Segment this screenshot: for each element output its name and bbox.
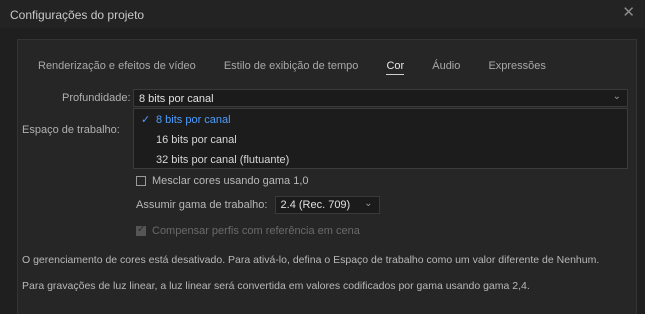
depth-option-label: 32 bits por canal (flutuante) bbox=[156, 154, 290, 166]
depth-option-label: 16 bits por canal bbox=[156, 134, 237, 146]
gamma-select[interactable]: 2.4 (Rec. 709) ⌄ bbox=[274, 196, 380, 214]
blend-checkbox[interactable] bbox=[136, 176, 146, 187]
depth-label: Profundidade: bbox=[62, 92, 131, 104]
gamma-label: Assumir gama de trabalho: bbox=[136, 198, 268, 211]
blend-row: Mesclar cores usando gama 1,0 bbox=[136, 175, 309, 187]
gamma-row: Assumir gama de trabalho: 2.4 (Rec. 709)… bbox=[136, 196, 380, 214]
close-icon[interactable]: ✕ bbox=[622, 5, 635, 21]
checkmark-icon: ✓ bbox=[141, 114, 151, 126]
depth-select[interactable]: 8 bits por canal ⌄ bbox=[133, 89, 628, 107]
depth-option-label: 8 bits por canal bbox=[156, 114, 231, 126]
compensate-label: Compensar perfis com referência em cena bbox=[152, 225, 360, 237]
depth-option-32bit[interactable]: 32 bits por canal (flutuante) bbox=[134, 150, 627, 170]
info-text-color-management: O gerenciamento de cores está desativado… bbox=[22, 254, 600, 266]
tab-audio[interactable]: Áudio bbox=[432, 60, 460, 72]
info-text-linear-light: Para gravações de luz linear, a luz line… bbox=[22, 280, 530, 292]
gamma-value: 2.4 (Rec. 709) bbox=[280, 199, 351, 211]
settings-panel: Renderização e efeitos de vídeo Estilo d… bbox=[17, 39, 637, 314]
tab-time-display[interactable]: Estilo de exibição de tempo bbox=[224, 60, 359, 72]
tab-bar: Renderização e efeitos de vídeo Estilo d… bbox=[38, 60, 571, 76]
compensate-row: Compensar perfis com referência em cena bbox=[136, 224, 360, 237]
blend-label: Mesclar cores usando gama 1,0 bbox=[152, 175, 309, 187]
workspace-label: Espaço de trabalho: bbox=[22, 124, 120, 136]
tab-color[interactable]: Cor bbox=[386, 60, 405, 75]
tab-expressions[interactable]: Expressões bbox=[488, 60, 545, 72]
depth-value: 8 bits por canal bbox=[139, 93, 214, 105]
depth-option-16bit[interactable]: 16 bits por canal bbox=[134, 130, 627, 150]
window-title: Configurações do projeto bbox=[10, 8, 145, 22]
depth-dropdown-menu: ✓ 8 bits por canal 16 bits por canal 32 … bbox=[133, 108, 628, 169]
chevron-down-icon: ⌄ bbox=[364, 198, 373, 209]
tab-video-rendering[interactable]: Renderização e efeitos de vídeo bbox=[38, 60, 196, 72]
title-bar: Configurações do projeto ✕ bbox=[0, 0, 645, 28]
compensate-checkbox[interactable] bbox=[136, 224, 146, 237]
depth-option-8bit[interactable]: ✓ 8 bits por canal bbox=[134, 110, 627, 130]
chevron-down-icon: ⌄ bbox=[612, 91, 621, 102]
